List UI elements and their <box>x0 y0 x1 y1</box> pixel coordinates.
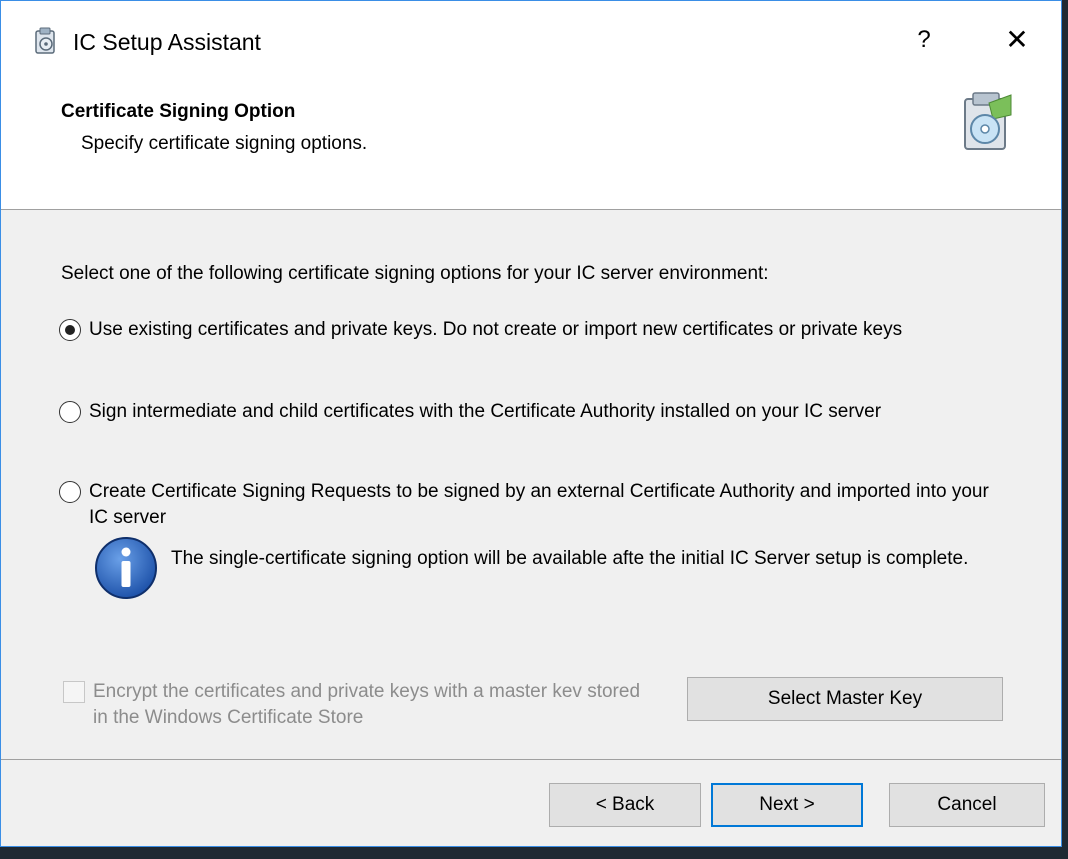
setup-disc-icon <box>964 92 1012 150</box>
option-label: Sign intermediate and child certificates… <box>89 401 882 422</box>
setup-dialog: IC Setup Assistant ? ✕ Certificate Signi… <box>0 0 1062 847</box>
cancel-button[interactable]: Cancel <box>889 783 1045 827</box>
select-master-key-button[interactable]: Select Master Key <box>687 677 1003 721</box>
option-use-existing[interactable]: Use existing certificates and private ke… <box>59 317 1009 343</box>
wizard-content: Select one of the following certificate … <box>1 211 1061 827</box>
radio-button[interactable] <box>59 319 81 341</box>
radio-button[interactable] <box>59 481 81 503</box>
page-subtitle: Specify certificate signing options. <box>81 133 368 154</box>
footer-divider <box>1 759 1061 760</box>
info-icon <box>95 537 157 599</box>
close-button[interactable]: ✕ <box>997 23 1037 57</box>
instruction-text: Select one of the following certificate … <box>61 263 769 284</box>
option-label: Use existing certificates and private ke… <box>89 319 903 340</box>
info-message: The single-certificate signing option wi… <box>171 548 969 569</box>
page-title: Certificate Signing Option <box>61 101 296 122</box>
setup-assistant-icon <box>35 27 55 54</box>
option-label: Create Certificate Signing Requests to b… <box>89 481 989 528</box>
help-button[interactable]: ? <box>909 23 939 57</box>
next-button[interactable]: Next > <box>711 783 863 827</box>
wizard-header: Certificate Signing Option Specify certi… <box>1 81 1061 210</box>
option-create-csr[interactable]: Create Certificate Signing Requests to b… <box>59 479 1009 531</box>
encrypt-checkbox[interactable] <box>63 681 85 703</box>
title-bar: IC Setup Assistant ? ✕ <box>1 1 1061 81</box>
encrypt-checkbox-label: Encrypt the certificates and private key… <box>93 681 641 728</box>
window-title: IC Setup Assistant <box>73 29 261 55</box>
back-button[interactable]: < Back <box>549 783 701 827</box>
radio-button[interactable] <box>59 401 81 423</box>
option-sign-with-ca[interactable]: Sign intermediate and child certificates… <box>59 399 1009 425</box>
encrypt-option[interactable]: Encrypt the certificates and private key… <box>63 679 653 731</box>
